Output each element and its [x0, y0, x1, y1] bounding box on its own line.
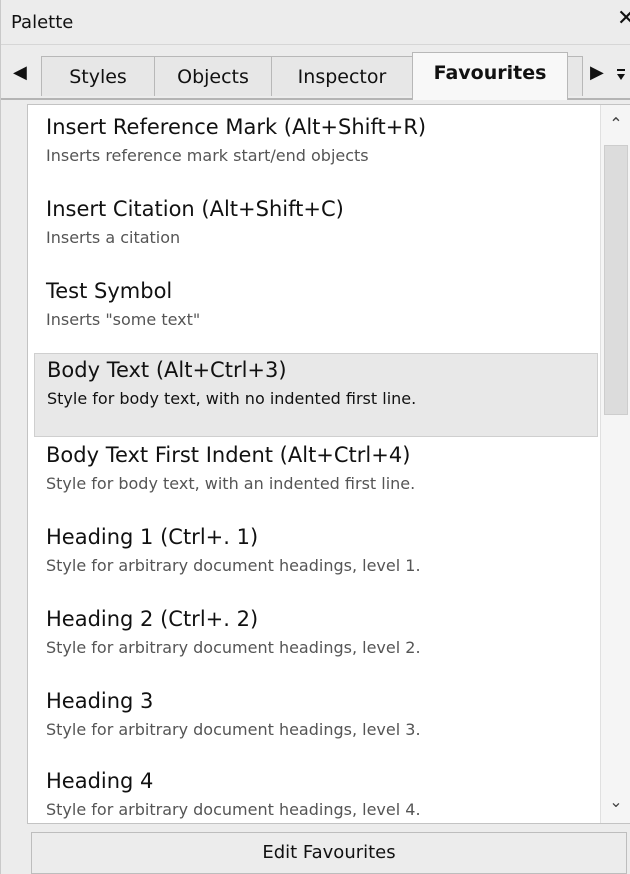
item-description: Style for body text, with no indented fi…	[47, 389, 417, 408]
item-description: Style for arbitrary document headings, l…	[46, 638, 421, 657]
item-description: Inserts reference mark start/end objects	[46, 146, 369, 165]
item-description: Style for arbitrary document headings, l…	[46, 556, 421, 575]
edit-favourites-button[interactable]: Edit Favourites	[31, 832, 627, 874]
item-name: Body Text (Alt+Ctrl+3)	[47, 358, 287, 382]
favourite-item-body-text-first-indent[interactable]: Body Text First Indent (Alt+Ctrl+4) Styl…	[34, 439, 598, 523]
item-description: Style for body text, with an indented fi…	[46, 474, 416, 493]
item-description: Inserts "some text"	[46, 310, 201, 329]
vertical-scrollbar[interactable]: ⌃ ⌄	[600, 105, 630, 823]
item-name: Insert Reference Mark (Alt+Shift+R)	[46, 115, 427, 139]
tab-styles[interactable]: Styles	[41, 56, 155, 96]
tab-label: Favourites	[433, 62, 547, 84]
tab-overflow[interactable]	[567, 56, 583, 96]
item-name: Heading 1 (Ctrl+. 1)	[46, 525, 259, 549]
close-icon[interactable]: ✕	[617, 8, 630, 30]
tab-favourites[interactable]: Favourites	[412, 52, 568, 100]
item-name: Heading 2 (Ctrl+. 2)	[46, 607, 259, 631]
item-name: Heading 4	[46, 769, 154, 793]
tab-bar: ◀ Styles Objects Inspector Favourites ▶	[1, 50, 630, 100]
tab-inspector[interactable]: Inspector	[271, 56, 413, 96]
item-description: Inserts a citation	[46, 228, 181, 247]
menu-dropdown-icon[interactable]	[617, 69, 625, 81]
tab-label: Styles	[69, 66, 127, 88]
item-description: Style for arbitrary document headings, l…	[46, 800, 421, 819]
palette-window: Palette ✕ ◀ Styles Objects Inspector Fav…	[0, 0, 630, 874]
tab-label: Inspector	[297, 66, 387, 88]
favourite-item-insert-citation[interactable]: Insert Citation (Alt+Shift+C) Inserts a …	[34, 193, 598, 277]
title-bar: Palette ✕	[1, 0, 630, 45]
favourite-item-insert-reference-mark[interactable]: Insert Reference Mark (Alt+Shift+R) Inse…	[34, 111, 598, 195]
favourite-item-heading-3[interactable]: Heading 3 Style for arbitrary document h…	[34, 685, 598, 769]
scroll-down-icon[interactable]: ⌄	[601, 787, 630, 817]
favourite-item-body-text[interactable]: Body Text (Alt+Ctrl+3) Style for body te…	[34, 353, 598, 437]
favourite-item-heading-1[interactable]: Heading 1 (Ctrl+. 1) Style for arbitrary…	[34, 521, 598, 605]
chevron-right-icon[interactable]: ▶	[590, 64, 604, 82]
item-name: Insert Citation (Alt+Shift+C)	[46, 197, 344, 221]
window-title: Palette	[11, 12, 74, 33]
tab-objects[interactable]: Objects	[154, 56, 272, 96]
favourite-item-heading-2[interactable]: Heading 2 (Ctrl+. 2) Style for arbitrary…	[34, 603, 598, 687]
item-name: Heading 3	[46, 689, 154, 713]
chevron-left-icon[interactable]: ◀	[13, 64, 27, 82]
item-name: Body Text First Indent (Alt+Ctrl+4)	[46, 443, 411, 467]
favourite-item-test-symbol[interactable]: Test Symbol Inserts "some text"	[34, 275, 598, 359]
scrollbar-thumb[interactable]	[604, 145, 628, 415]
tab-label: Objects	[177, 66, 249, 88]
favourite-item-heading-4[interactable]: Heading 4 Style for arbitrary document h…	[34, 765, 598, 823]
favourites-list[interactable]: Insert Reference Mark (Alt+Shift+R) Inse…	[27, 104, 630, 824]
scroll-up-icon[interactable]: ⌃	[601, 109, 630, 139]
item-name: Test Symbol	[46, 279, 173, 303]
item-description: Style for arbitrary document headings, l…	[46, 720, 421, 739]
